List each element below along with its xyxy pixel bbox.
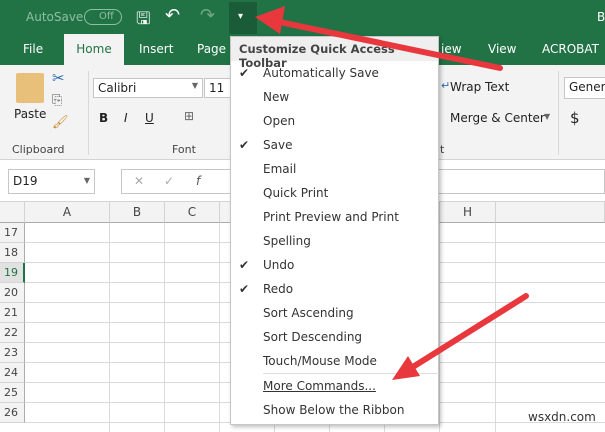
- watermark: wsxdn.com: [528, 410, 596, 424]
- annotation-arrows: [0, 0, 605, 432]
- arrow-to-qat: [255, 6, 500, 68]
- arrow-to-more-commands: [392, 296, 526, 380]
